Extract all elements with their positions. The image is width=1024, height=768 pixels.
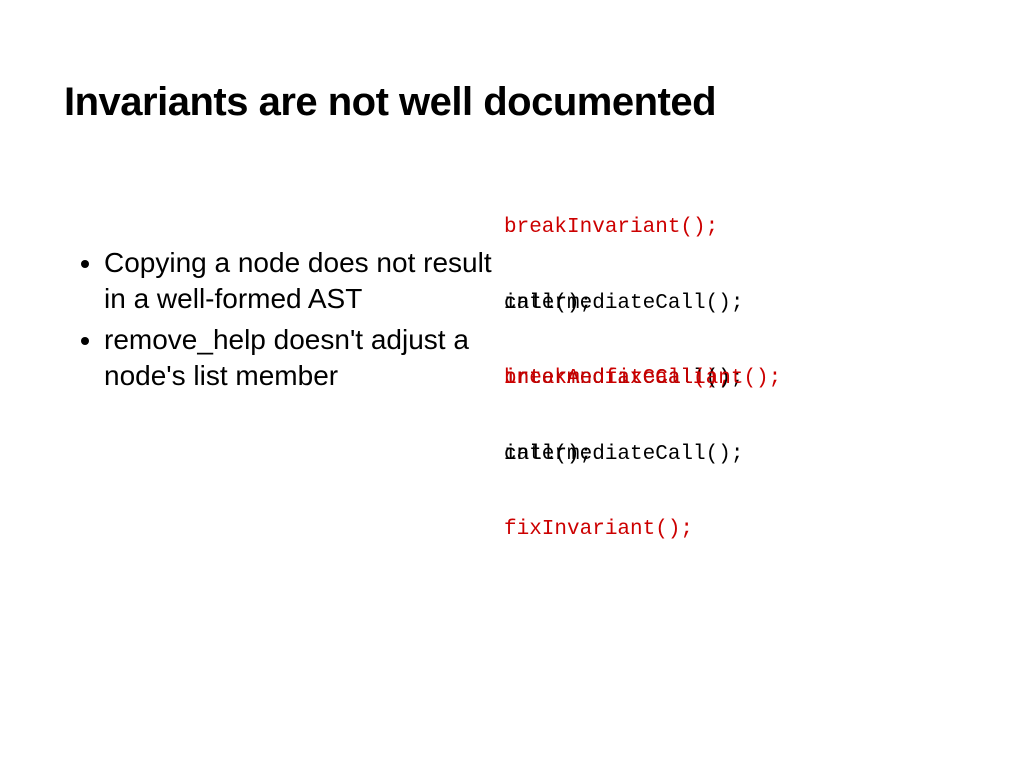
- list-item: Copying a node does not result in a well…: [104, 245, 504, 318]
- list-item: remove_help doesn't adjust a node's list…: [104, 322, 504, 395]
- slide-title: Invariants are not well documented: [64, 80, 960, 125]
- code-column: breakInvariant();intermediateCall();brea…: [504, 215, 960, 635]
- code-layer-c: intermediateCaliant();: [504, 215, 781, 542]
- bullet-column: Copying a node does not result in a well…: [64, 245, 504, 399]
- slide-body: Copying a node does not result in a well…: [64, 245, 960, 635]
- slide: Invariants are not well documented Copyi…: [0, 0, 1024, 768]
- bullet-list: Copying a node does not result in a well…: [64, 245, 504, 395]
